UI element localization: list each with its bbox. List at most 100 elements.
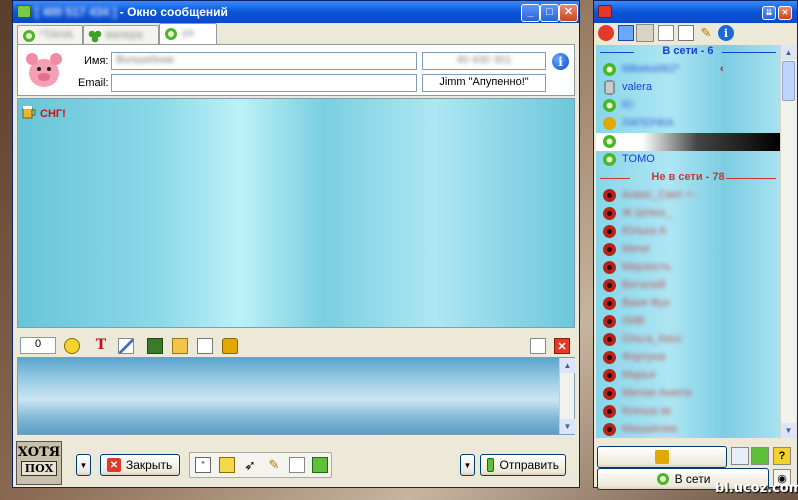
wrench-icon[interactable]: ✎ bbox=[266, 457, 282, 473]
scroll-thumb[interactable] bbox=[782, 61, 795, 101]
chat-message: СНГ! bbox=[40, 108, 66, 120]
client-field: Jimm "Апупенно!" bbox=[422, 74, 546, 92]
contact-row-online[interactable]: valera bbox=[600, 79, 778, 97]
tab-contact-2[interactable]: валера bbox=[83, 25, 159, 45]
group-header-offline[interactable]: Не в сети - 78 bbox=[596, 171, 780, 185]
info-icon[interactable]: i bbox=[552, 53, 569, 70]
client-value: Jimm "Апупенно!" bbox=[439, 76, 529, 88]
history-icon[interactable] bbox=[197, 338, 213, 354]
format-toolbar: 0 T ✕ bbox=[17, 333, 575, 357]
clipboard-icon[interactable] bbox=[312, 457, 328, 473]
contact-row-selected[interactable] bbox=[596, 133, 780, 151]
find-user-icon[interactable] bbox=[658, 25, 674, 41]
message-window: [ 400 517 434 ] - Окно сообщений _ □ ✕ *… bbox=[12, 0, 580, 488]
tab-contact-3-active[interactable]: ya bbox=[159, 23, 217, 45]
contact-row-online[interactable]: Ю bbox=[600, 97, 778, 115]
contact-name: Mikeka962* bbox=[622, 63, 680, 75]
send-label: Отправить bbox=[499, 458, 559, 472]
chat-history[interactable]: СНГ! bbox=[17, 98, 575, 328]
contact-row-offline[interactable]: Ксюша ак bbox=[600, 403, 778, 421]
cl-pin-button[interactable]: ⇊ bbox=[762, 6, 776, 20]
contact-row-offline[interactable]: Виталий bbox=[600, 277, 778, 295]
contact-row-offline[interactable]: Марья bbox=[600, 367, 778, 385]
close-options-dropdown[interactable]: ▼ bbox=[76, 454, 91, 476]
info-icon[interactable]: i bbox=[718, 25, 734, 41]
contact-row-offline[interactable]: Ваня Фух bbox=[600, 295, 778, 313]
tab-label: ya bbox=[182, 27, 194, 39]
clear-icon[interactable]: ✕ bbox=[554, 338, 570, 354]
send-button[interactable]: Отправить bbox=[480, 454, 566, 476]
cl-close-button[interactable]: ✕ bbox=[778, 6, 792, 20]
folder-icon[interactable] bbox=[618, 25, 634, 41]
pig-avatar-icon bbox=[26, 53, 62, 87]
shield-icon[interactable] bbox=[751, 447, 769, 465]
contact-row-offline[interactable]: МишаАлек bbox=[600, 421, 778, 438]
scroll-down-icon[interactable]: ▼ bbox=[781, 423, 796, 438]
cursor-icon[interactable]: ➶ bbox=[242, 457, 258, 473]
contact-row-offline[interactable]: Милая Анюта bbox=[600, 385, 778, 403]
offline-flower-icon bbox=[603, 315, 616, 328]
contact-row-offline[interactable]: ЛИВ bbox=[600, 313, 778, 331]
search-icon[interactable] bbox=[731, 447, 749, 465]
maximize-button[interactable]: □ bbox=[540, 4, 559, 22]
online-flower-icon bbox=[165, 28, 177, 40]
contact-list-scrollbar[interactable]: ▲ ▼ bbox=[780, 45, 796, 438]
clover-icon bbox=[88, 30, 102, 43]
close-button[interactable]: ✕ bbox=[559, 4, 578, 22]
contact-row-offline[interactable]: Фортуна bbox=[600, 349, 778, 367]
help-icon[interactable]: ? bbox=[773, 447, 791, 465]
contact-list-window: ⇊ ✕ ✎ i В сети - 6 Mikeka962* ‹ valera Ю bbox=[593, 0, 798, 490]
uin-field[interactable]: 40 430 301 bbox=[422, 52, 546, 70]
send-options-dropdown[interactable]: ▼ bbox=[460, 454, 475, 476]
note-icon[interactable] bbox=[219, 457, 235, 473]
contact-row-offline[interactable]: Ж Шлюх_ bbox=[600, 205, 778, 223]
contact-row-offline[interactable]: Юлька А bbox=[600, 223, 778, 241]
contact-row-online[interactable]: ЛАПОЧКА bbox=[600, 115, 778, 133]
contact-list-title-bar[interactable]: ⇊ ✕ bbox=[594, 1, 797, 23]
contact-name: Мерзость bbox=[622, 261, 671, 273]
color-icon[interactable] bbox=[118, 338, 134, 354]
close-chat-button[interactable]: ✕ Закрыть bbox=[100, 454, 180, 476]
scroll-up-icon[interactable]: ▲ bbox=[781, 45, 796, 60]
minimize-button[interactable]: _ bbox=[521, 4, 540, 22]
input-scrollbar[interactable]: ▲ ▼ bbox=[559, 358, 575, 434]
window-title-text: - Окно сообщений bbox=[119, 5, 228, 19]
save-icon[interactable] bbox=[147, 338, 163, 354]
message-input[interactable]: ▲ ▼ bbox=[17, 357, 575, 435]
contact-row-online[interactable]: TOMO bbox=[600, 151, 778, 169]
contact-row-offline[interactable]: Мерзость bbox=[600, 259, 778, 277]
return-icon[interactable] bbox=[289, 457, 305, 473]
xstatus-button[interactable] bbox=[597, 446, 727, 468]
search-contacts-icon[interactable] bbox=[636, 24, 654, 42]
contact-name: Ю bbox=[622, 99, 634, 111]
contact-list[interactable]: В сети - 6 Mikeka962* ‹ valera Ю ЛАПОЧКА… bbox=[596, 45, 780, 438]
offline-flower-icon bbox=[603, 387, 616, 400]
title-bar[interactable]: [ 400 517 434 ] - Окно сообщений _ □ ✕ bbox=[13, 1, 579, 23]
font-icon[interactable]: T bbox=[93, 337, 109, 353]
history-icon[interactable] bbox=[678, 25, 694, 41]
contact-row-offline[interactable]: Ольга_Кисс bbox=[600, 331, 778, 349]
email-field[interactable] bbox=[111, 74, 417, 92]
tab-contact-1[interactable]: *TAHA bbox=[17, 25, 83, 45]
main-menu-icon[interactable] bbox=[598, 25, 614, 41]
smiley-icon[interactable] bbox=[64, 338, 80, 354]
chevron-down-icon: ▼ bbox=[79, 460, 88, 470]
contact-row-online[interactable]: Mikeka962* ‹ bbox=[600, 61, 778, 79]
close-icon: ✕ bbox=[781, 8, 789, 17]
minimize-icon: _ bbox=[527, 6, 534, 18]
scroll-up-icon[interactable]: ▲ bbox=[560, 358, 575, 373]
name-field[interactable]: Волшебник bbox=[111, 52, 417, 70]
char-counter: 0 bbox=[20, 337, 56, 354]
contact-name: Ксюша ак bbox=[622, 405, 672, 417]
contact-avatar bbox=[22, 47, 66, 93]
lock-icon[interactable] bbox=[222, 338, 238, 354]
folder-icon[interactable] bbox=[172, 338, 188, 354]
contact-row-offline[interactable]: Алекс_Свет +- bbox=[600, 187, 778, 205]
contact-row-offline[interactable]: Мичи bbox=[600, 241, 778, 259]
settings-wrench-icon[interactable]: ✎ bbox=[698, 25, 714, 41]
online-flower-icon bbox=[603, 135, 616, 148]
group-header-online[interactable]: В сети - 6 bbox=[596, 45, 780, 59]
quote-icon[interactable]: " bbox=[195, 457, 211, 473]
scroll-down-icon[interactable]: ▼ bbox=[560, 419, 575, 434]
new-document-icon[interactable] bbox=[530, 338, 546, 354]
